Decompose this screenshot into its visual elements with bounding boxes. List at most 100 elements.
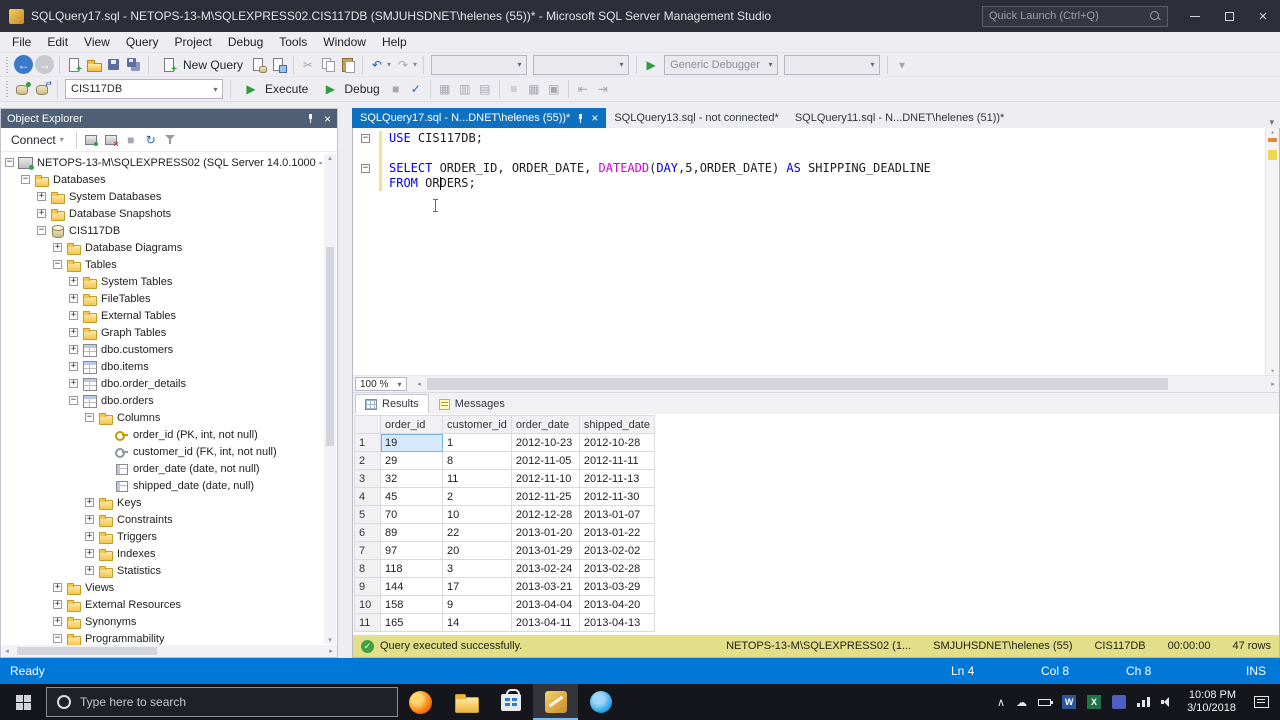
network-icon[interactable] (1137, 697, 1151, 707)
tree-item[interactable]: + External Resources (1, 596, 337, 613)
change-connection-icon[interactable] (35, 79, 52, 97)
debug-start-icon[interactable]: ▶ (642, 56, 660, 74)
tree-item[interactable]: + System Databases (1, 188, 337, 205)
tree-expander[interactable]: + (85, 532, 94, 541)
stop-object-icon[interactable]: ■ (122, 131, 140, 149)
redo-icon[interactable]: ↷ (394, 56, 412, 74)
grid-cell[interactable]: 2013-04-04 (510, 595, 580, 614)
row-number[interactable]: 1 (354, 433, 381, 452)
grid-cell[interactable]: 2013-03-21 (510, 577, 580, 596)
nav-forward-icon[interactable]: → (35, 55, 54, 74)
grid-cell[interactable]: 2013-04-20 (578, 595, 655, 614)
tree-expander[interactable]: + (53, 583, 62, 592)
chevron-down-icon[interactable]: ▾ (393, 380, 406, 389)
editor-vscrollbar[interactable]: ▴ ▾ (1265, 128, 1279, 375)
grid-cell[interactable]: 2 (442, 487, 512, 506)
toolbar-overflow-icon[interactable]: ▾ (893, 56, 911, 74)
tab-results[interactable]: Results (355, 394, 429, 414)
menu-file[interactable]: File (4, 35, 39, 49)
grid-cell[interactable]: 20 (442, 541, 512, 560)
save-all-icon[interactable] (126, 57, 142, 73)
find-scope-combo-arrow[interactable]: ▾ (615, 60, 628, 69)
tree-item[interactable]: − Tables (1, 256, 337, 273)
menu-query[interactable]: Query (118, 35, 167, 49)
action-center-button[interactable] (1242, 684, 1280, 720)
tree-item[interactable]: + Statistics (1, 562, 337, 579)
generic-debugger-combo[interactable]: Generic Debugger ▾ (664, 54, 779, 75)
sql-editor[interactable]: − USE CIS117DB; − SELECT ORDER_ID, ORDER_DA… (353, 128, 1279, 376)
scroll-track[interactable] (425, 376, 1267, 392)
undo-icon-dropdown-arrow[interactable]: ▾ (387, 60, 391, 69)
grid-cell[interactable]: 45 (380, 487, 443, 506)
onedrive-icon[interactable]: ☁ (1016, 696, 1027, 709)
grid-cell[interactable]: 22 (442, 523, 512, 542)
column-header-order_id[interactable]: order_id (380, 415, 443, 434)
menu-tools[interactable]: Tools (271, 35, 315, 49)
row-number[interactable]: 6 (354, 523, 381, 542)
grid-cell[interactable]: 1 (442, 433, 512, 452)
grid-cell[interactable]: 97 (380, 541, 443, 560)
column-header-customer_id[interactable]: customer_id (442, 415, 512, 434)
column-header-shipped_date[interactable]: shipped_date (578, 415, 655, 434)
tree-item[interactable]: + Triggers (1, 528, 337, 545)
grid-cell[interactable]: 144 (380, 577, 443, 596)
results-to-grid-icon[interactable]: ▦ (525, 80, 543, 98)
grid-cell[interactable]: 2012-11-10 (510, 469, 580, 488)
scroll-left-icon[interactable]: ◂ (1, 647, 13, 655)
new-query-button[interactable]: New Query (153, 55, 249, 75)
filter-icon[interactable] (163, 132, 179, 148)
tree-item[interactable]: + Synonyms (1, 613, 337, 630)
nav-back-icon[interactable]: ← (14, 55, 33, 74)
indent-icon[interactable]: ⇥ (594, 80, 612, 98)
available-databases-combo-arrow[interactable]: ▾ (209, 85, 222, 94)
tree-item[interactable]: + dbo.items (1, 358, 337, 375)
editor-code[interactable]: − USE CIS117DB; − SELECT ORDER_ID, ORDER_DA… (353, 128, 1279, 191)
tree-item[interactable]: − dbo.orders (1, 392, 337, 409)
grid-corner[interactable] (354, 415, 381, 434)
copy-icon[interactable] (320, 57, 336, 73)
minimize-button[interactable] (1178, 0, 1212, 32)
tab-messages[interactable]: Messages (429, 394, 515, 414)
store-taskbar-button[interactable] (488, 684, 533, 720)
tree-expander[interactable]: − (69, 396, 78, 405)
tab-close-icon[interactable]: × (591, 112, 598, 124)
tree-expander[interactable]: + (69, 362, 78, 371)
available-databases-combo[interactable]: CIS117DB ▾ (65, 79, 223, 99)
scroll-right-icon[interactable]: ▸ (325, 647, 337, 655)
scroll-up-icon[interactable]: ▴ (1270, 128, 1274, 136)
scroll-track[interactable] (324, 162, 336, 636)
outdent-icon[interactable]: ⇤ (574, 80, 592, 98)
editor-tab[interactable]: SQLQuery11.sql - N...DNET\helenes (51))* (787, 108, 1012, 128)
open-file-icon[interactable] (86, 57, 102, 73)
word-icon[interactable]: W (1062, 695, 1077, 709)
grid-cell[interactable]: 165 (380, 613, 443, 632)
row-number[interactable]: 5 (354, 505, 381, 524)
execute-button[interactable]: ▶ Execute (235, 79, 314, 99)
tree-item[interactable]: + System Tables (1, 273, 337, 290)
menu-view[interactable]: View (76, 35, 118, 49)
cut-icon[interactable]: ✂ (299, 56, 317, 74)
live-query-stats-icon[interactable]: ▥ (456, 80, 474, 98)
object-explorer-header[interactable]: Object Explorer × (1, 109, 337, 128)
grid-cell[interactable]: 8 (442, 451, 512, 470)
editor-line[interactable]: − SELECT ORDER_ID, ORDER_DATE, DATEADD(DA… (353, 161, 1279, 176)
fold-collapse-icon[interactable]: − (361, 164, 370, 173)
debug-target-combo[interactable]: ▾ (784, 54, 881, 75)
stop-icon[interactable]: ■ (387, 80, 405, 98)
scroll-left-icon[interactable]: ◂ (413, 380, 425, 388)
paste-icon[interactable] (340, 57, 356, 73)
grid-cell[interactable]: 2012-10-23 (510, 433, 580, 452)
close-button[interactable]: × (1246, 0, 1280, 32)
tree-item[interactable]: + Database Snapshots (1, 205, 337, 222)
redo-icon-dropdown-arrow[interactable]: ▾ (413, 60, 417, 69)
grid-cell[interactable]: 2013-02-02 (578, 541, 655, 560)
menu-debug[interactable]: Debug (220, 35, 271, 49)
tree-expander[interactable]: + (53, 243, 62, 252)
row-number[interactable]: 2 (354, 451, 381, 470)
grid-cell[interactable]: 17 (442, 577, 512, 596)
scroll-thumb[interactable] (17, 647, 158, 655)
editor-line[interactable]: FROM ORDERS; (353, 176, 1279, 191)
row-number[interactable]: 10 (354, 595, 381, 614)
disconnect-object-icon[interactable] (103, 132, 119, 149)
tree-expander[interactable]: + (85, 498, 94, 507)
